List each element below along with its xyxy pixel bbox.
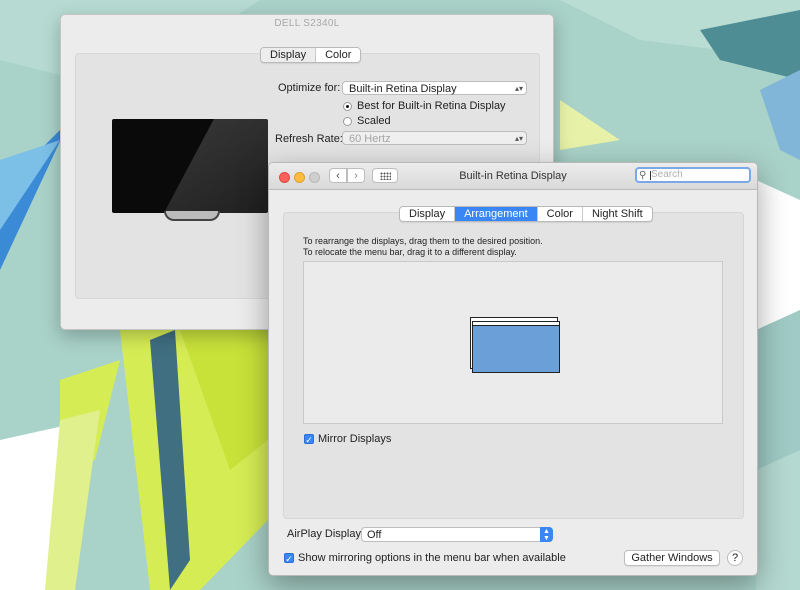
airplay-select[interactable]: Off ▲ ▼ [361, 527, 553, 542]
tab-display[interactable]: Display [400, 207, 456, 221]
radio-scaled-label: Scaled [357, 115, 391, 127]
text-caret [650, 171, 651, 180]
chevron-updown-icon: ▲ ▼ [540, 527, 553, 542]
show-mirroring-label: Show mirroring options in the menu bar w… [298, 552, 566, 564]
show-mirroring-checkbox[interactable]: ✓ Show mirroring options in the menu bar… [284, 552, 566, 564]
refresh-value: 60 Hertz [349, 133, 391, 145]
back-tab-bar: Display Color [260, 47, 362, 63]
radio-scaled[interactable]: Scaled [343, 115, 391, 127]
search-icon: ⚲ [639, 170, 647, 181]
optimize-value: Built-in Retina Display [349, 83, 457, 95]
display-arrangement-area [303, 261, 723, 424]
help-button[interactable]: ? [727, 550, 743, 566]
refresh-select[interactable]: 60 Hertz ▴▾ [342, 131, 527, 145]
instruction-rearrange: To rearrange the displays, drag them to … [303, 236, 543, 246]
retina-display-window: ‹ › Built-in Retina Display ⚲ Search Dis… [268, 162, 758, 576]
window-toolbar: ‹ › Built-in Retina Display ⚲ Search [269, 163, 757, 190]
optimize-select[interactable]: Built-in Retina Display ▴▾ [342, 81, 527, 95]
window-title: DELL S2340L [274, 18, 340, 29]
airplay-value: Off [367, 529, 382, 541]
airplay-label: AirPlay Display: [287, 528, 365, 540]
radio-unselected-icon [343, 116, 352, 126]
checkmark-icon: ✓ [284, 553, 294, 564]
tab-night-shift[interactable]: Night Shift [583, 207, 652, 221]
chevron-updown-icon: ▴▾ [514, 84, 523, 93]
menu-bar-handle[interactable] [473, 322, 559, 326]
search-input[interactable]: ⚲ Search [635, 167, 751, 183]
refresh-label: Refresh Rate: [275, 133, 343, 145]
tab-arrangement[interactable]: Arrangement [455, 207, 538, 221]
mirrored-display-front[interactable] [472, 321, 560, 373]
chevron-updown-icon: ▴▾ [514, 134, 523, 143]
tab-display[interactable]: Display [261, 48, 317, 62]
radio-selected-icon [343, 101, 352, 111]
radio-best[interactable]: Best for Built-in Retina Display [343, 100, 506, 112]
optimize-label: Optimize for: [278, 82, 341, 94]
gather-windows-button[interactable]: Gather Windows [624, 550, 720, 566]
search-placeholder: Search [651, 169, 683, 180]
front-tab-bar: Display Arrangement Color Night Shift [399, 206, 653, 222]
tab-color[interactable]: Color [538, 207, 583, 221]
checkmark-icon: ✓ [304, 434, 314, 445]
radio-best-label: Best for Built-in Retina Display [357, 100, 506, 112]
mirror-displays-label: Mirror Displays [318, 433, 392, 445]
monitor-preview [112, 119, 268, 213]
tab-color[interactable]: Color [316, 48, 360, 62]
instruction-menubar: To relocate the menu bar, drag it to a d… [303, 247, 517, 257]
mirror-displays-checkbox[interactable]: ✓ Mirror Displays [304, 433, 391, 445]
monitor-stand [164, 211, 220, 221]
